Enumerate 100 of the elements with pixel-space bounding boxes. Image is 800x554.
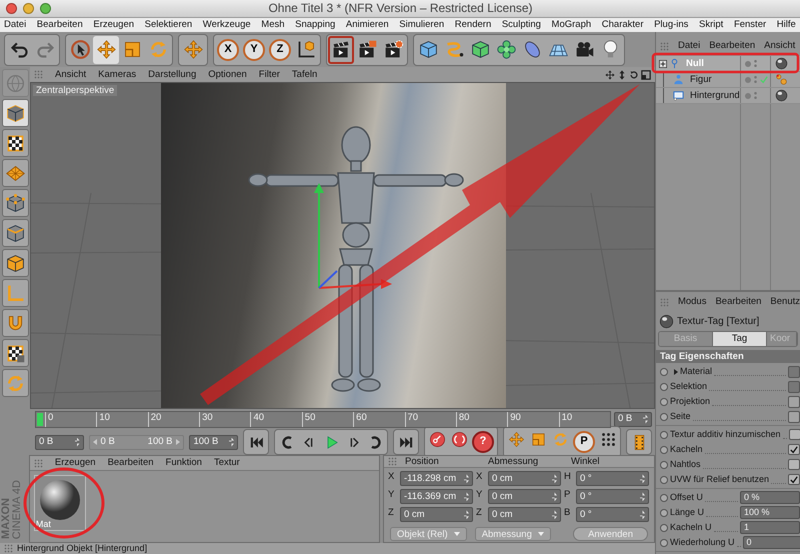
keyframe-dot-icon[interactable] <box>660 538 668 547</box>
keyframe-dot-icon[interactable] <box>660 430 668 439</box>
tile-lock-button[interactable] <box>2 339 28 367</box>
texture-sphere-icon[interactable] <box>775 89 788 102</box>
object-row[interactable]: Hintergrund <box>656 88 800 104</box>
menu-item[interactable]: Funktion <box>166 457 202 469</box>
coordinate-field[interactable]: 0 ° <box>576 471 649 486</box>
menu-item[interactable]: Bearbeiten <box>709 40 756 52</box>
checkbox[interactable] <box>788 459 800 470</box>
zoom-button[interactable] <box>40 3 51 14</box>
input-field[interactable]: 0 <box>742 536 800 550</box>
orbit-icon[interactable] <box>629 70 639 80</box>
minimize-button[interactable] <box>23 3 34 14</box>
keyframe-dot-icon[interactable] <box>660 508 668 517</box>
link-field[interactable] <box>788 380 800 393</box>
menu-item[interactable]: Datei <box>4 19 26 31</box>
checkbox[interactable] <box>788 429 800 440</box>
menu-item[interactable]: Simulieren <box>399 19 444 31</box>
menu-item[interactable]: Optionen <box>208 68 247 80</box>
menu-item[interactable]: Datei <box>678 40 700 52</box>
move-arrows-button[interactable] <box>93 36 119 64</box>
keyframe-dot-icon[interactable] <box>660 382 668 391</box>
pan-icon[interactable] <box>605 70 615 80</box>
expand-icon[interactable] <box>659 60 667 68</box>
menu-item[interactable]: Skript <box>699 19 724 31</box>
keyframe-dot-icon[interactable] <box>660 460 668 469</box>
keyframe-dot-icon[interactable] <box>660 446 668 454</box>
keyframe-dot-icon[interactable] <box>660 524 668 532</box>
texture-sphere-icon[interactable] <box>775 57 788 70</box>
letter-button[interactable]: P <box>573 431 596 453</box>
input-field[interactable]: 0 % <box>740 491 800 504</box>
frame-field[interactable]: 0 B <box>614 412 652 426</box>
material-thumbnail[interactable]: Mat <box>34 475 86 531</box>
dropdown[interactable] <box>788 410 800 423</box>
coordinate-field[interactable]: 0 cm <box>400 507 473 522</box>
menu-item[interactable]: Bearbeiten <box>36 19 83 31</box>
cube-outline-button[interactable] <box>2 99 28 127</box>
object-name[interactable]: Figur <box>690 74 712 86</box>
menu-item[interactable]: Mesh <box>261 19 285 31</box>
menu-item[interactable]: Sculpting <box>502 19 541 31</box>
menu-item[interactable]: Ansicht <box>55 68 86 80</box>
input-field[interactable]: 100 % <box>740 506 800 520</box>
cube-edges-button[interactable] <box>2 219 28 247</box>
menu-item[interactable]: Rendern <box>454 19 492 31</box>
menu-item[interactable]: Benutz <box>770 296 800 308</box>
coordinate-field[interactable]: 0 ° <box>576 489 649 504</box>
dots-icon[interactable] <box>775 73 788 86</box>
editor-dot-icon[interactable] <box>745 76 751 82</box>
menu-item[interactable]: Filter <box>258 68 280 80</box>
zoom-arrows-icon[interactable] <box>617 70 627 80</box>
input-field[interactable]: 1 <box>740 521 800 534</box>
menu-item[interactable]: Hilfe <box>776 19 796 31</box>
menu-item[interactable]: Tafeln <box>292 68 318 80</box>
menu-item[interactable]: MoGraph <box>552 19 592 31</box>
keyframe-dot-icon[interactable] <box>660 494 668 502</box>
coordinate-field[interactable]: 0 cm <box>488 471 561 486</box>
menu-item[interactable]: Erzeugen <box>54 457 96 469</box>
menu-item[interactable]: Erzeugen <box>93 19 134 31</box>
close-button[interactable] <box>6 3 17 14</box>
start-field[interactable]: 0 B <box>35 434 84 450</box>
keyframe-dot-icon[interactable] <box>660 398 668 406</box>
axis-button[interactable]: Y <box>243 38 265 60</box>
coordinate-field[interactable]: -116.369 cm <box>400 489 473 504</box>
coordinate-field[interactable]: 0 cm <box>488 489 561 504</box>
help-button[interactable]: ? <box>472 431 494 453</box>
tile-pattern-button[interactable] <box>2 129 28 157</box>
menu-item[interactable]: Fenster <box>734 19 766 31</box>
editor-dot-icon[interactable] <box>745 92 751 98</box>
keyframe-dot-icon[interactable] <box>660 476 668 484</box>
axis-button[interactable]: X <box>217 38 239 60</box>
menu-item[interactable]: Charakter <box>602 19 644 31</box>
menu-item[interactable]: Plug-ins <box>654 19 688 31</box>
object-name[interactable]: Hintergrund <box>690 90 740 102</box>
menu-item[interactable]: Animieren <box>346 19 389 31</box>
menu-item[interactable]: Selektieren <box>144 19 192 31</box>
timeline-ruler[interactable]: 0 10 20 30 40 50 60 70 80 90 10 <box>35 410 611 428</box>
axis-button[interactable]: Z <box>269 38 291 60</box>
coordinate-field[interactable]: 0 cm <box>488 507 561 522</box>
editor-dot-icon[interactable] <box>745 60 751 66</box>
menu-item[interactable]: Modus <box>678 296 706 308</box>
viewport[interactable]: Zentralperspektive <box>30 82 655 409</box>
keyframe-dot-icon[interactable] <box>660 412 668 421</box>
menu-item[interactable]: Kameras <box>98 68 136 80</box>
check-icon[interactable] <box>760 76 768 84</box>
checkbox[interactable] <box>788 444 800 456</box>
menu-item[interactable]: Darstellung <box>148 68 196 80</box>
expand-triangle-icon[interactable] <box>674 368 678 375</box>
dropdown[interactable] <box>788 396 800 408</box>
menu-item[interactable]: Bearbeiten <box>108 457 154 469</box>
link-field[interactable] <box>788 366 800 378</box>
clapperboard-button[interactable] <box>328 36 354 64</box>
end-field[interactable]: 100 B <box>189 434 238 450</box>
cube-faces-button[interactable] <box>2 249 28 277</box>
menu-item[interactable]: Ansicht <box>764 40 796 52</box>
tab[interactable]: Tag <box>713 332 767 346</box>
coordinate-field[interactable]: 0 ° <box>576 507 649 522</box>
cube-points-button[interactable] <box>2 189 28 217</box>
checkbox[interactable] <box>788 474 800 486</box>
playhead[interactable] <box>37 412 43 426</box>
keyframe-dot-icon[interactable] <box>660 368 668 376</box>
